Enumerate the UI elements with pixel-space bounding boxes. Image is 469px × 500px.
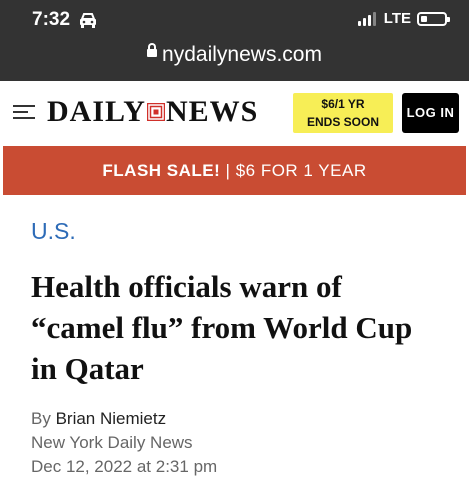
promo-deadline: ENDS SOON xyxy=(306,115,379,129)
site-logo[interactable]: DAILY NEWS xyxy=(47,95,258,129)
car-icon xyxy=(80,13,96,28)
network-type: LTE xyxy=(383,10,411,27)
logo-right-text: NEWS xyxy=(165,95,259,128)
logo-seal-icon xyxy=(146,103,165,121)
menu-icon[interactable] xyxy=(13,103,35,121)
lock-icon xyxy=(147,43,158,58)
status-time: 7:32 xyxy=(32,9,71,30)
flash-sale-banner[interactable]: FLASH SALE! | $6 FOR 1 YEAR xyxy=(3,146,466,195)
status-and-url-bar: 7:32 LTE nydailynews.com xyxy=(0,0,469,81)
address-bar[interactable]: nydailynews.com xyxy=(0,43,469,67)
flash-sale-separator: | xyxy=(225,161,231,180)
flash-sale-label: FLASH SALE! xyxy=(102,161,221,180)
logo-left-text: DAILY xyxy=(47,95,146,128)
author-link[interactable]: Brian Niemietz xyxy=(56,409,167,428)
url-text: nydailynews.com xyxy=(162,43,322,66)
site-header: DAILY NEWS $6/1 YR ENDS SOON LOG IN xyxy=(0,81,469,145)
section-link[interactable]: U.S. xyxy=(31,218,76,245)
signal-icon xyxy=(357,11,378,26)
promo-price: $6/1 YR xyxy=(321,97,365,111)
flash-sale-offer: $6 FOR 1 YEAR xyxy=(235,161,367,180)
publication-name: New York Daily News xyxy=(31,433,193,452)
byline-prefix: By xyxy=(31,409,51,428)
subscribe-promo-button[interactable]: $6/1 YR ENDS SOON xyxy=(293,93,393,133)
battery-icon xyxy=(417,11,450,26)
publish-date: Dec 12, 2022 at 2:31 pm xyxy=(31,457,218,476)
byline: By Brian Niemietz xyxy=(31,409,166,429)
status-indicators: LTE xyxy=(357,10,450,27)
login-button[interactable]: LOG IN xyxy=(402,93,459,133)
article-headline: Health officials warn of “camel flu” fro… xyxy=(31,269,413,386)
